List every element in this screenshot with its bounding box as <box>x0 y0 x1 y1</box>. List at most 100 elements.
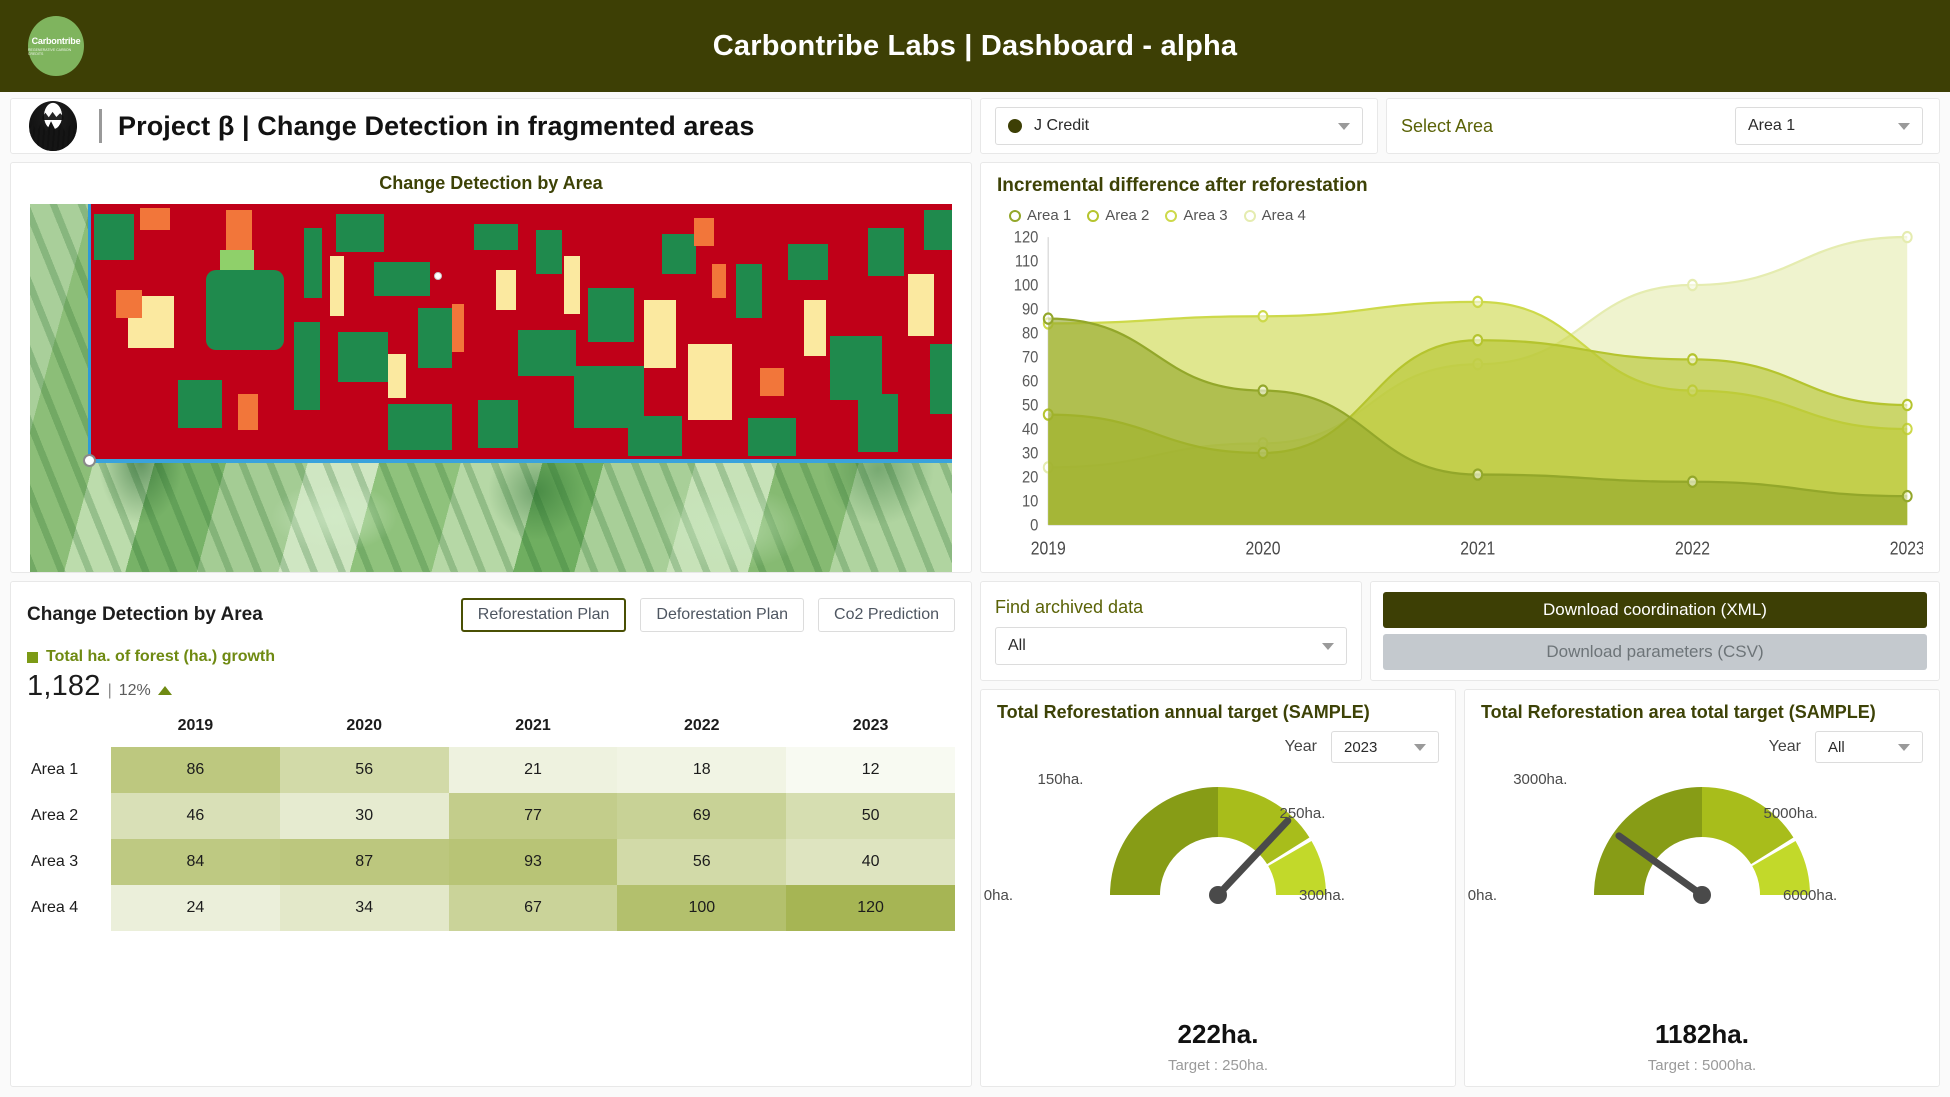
series-point <box>1473 469 1482 479</box>
download-coordination-xml-button[interactable]: Download coordination (XML) <box>1383 592 1927 628</box>
table-heat-cell[interactable]: 40 <box>786 839 955 885</box>
annual-gauge-tick-250: 250ha. <box>1279 805 1325 822</box>
area-select[interactable]: Area 1 <box>1735 107 1923 145</box>
table-heat-cell[interactable]: 77 <box>449 793 618 839</box>
total-gauge-controls: Year All <box>1481 731 1923 763</box>
table-heat-cell[interactable]: 46 <box>111 793 280 839</box>
table-row: Area 24630776950 <box>27 793 955 839</box>
table-heat-cell[interactable]: 56 <box>280 747 449 793</box>
svg-text:2022: 2022 <box>1675 538 1710 558</box>
credit-type-value: J Credit <box>1034 117 1089 135</box>
table-heat-cell[interactable]: 93 <box>449 839 618 885</box>
table-header-row: 20192020202120222023 <box>27 715 955 747</box>
svg-text:40: 40 <box>1022 421 1039 439</box>
legend-label: Area 4 <box>1262 207 1306 224</box>
credit-selector-card: J Credit <box>980 98 1378 154</box>
annual-gauge-wrap: 0ha. 150ha. 250ha. 300ha. 222ha. Target … <box>997 763 1439 1080</box>
table-row: Area 4243467100120 <box>27 885 955 931</box>
map-marker-dot[interactable] <box>434 272 442 280</box>
credit-type-select[interactable]: J Credit <box>995 107 1363 145</box>
area-select-value: Area 1 <box>1748 117 1795 135</box>
annual-gauge-controls: Year 2023 <box>997 731 1439 763</box>
svg-text:30: 30 <box>1022 445 1039 463</box>
table-heat-cell[interactable]: 21 <box>449 747 618 793</box>
area-chart-svg[interactable]: 0102030405060708090100110120201920202021… <box>997 228 1923 568</box>
table-heat-cell[interactable]: 12 <box>786 747 955 793</box>
total-gauge-tick-6000: 6000ha. <box>1783 887 1837 904</box>
legend-item-1[interactable]: Area 1 <box>1009 207 1071 224</box>
chart-legend: Area 1 Area 2 Area 3 Area 4 <box>1009 207 1923 224</box>
series-point <box>1259 385 1268 395</box>
annual-year-select[interactable]: 2023 <box>1331 731 1439 763</box>
legend-label: Area 2 <box>1105 207 1149 224</box>
svg-text:110: 110 <box>1015 253 1039 271</box>
download-parameters-csv-button[interactable]: Download parameters (CSV) <box>1383 634 1927 670</box>
total-target-gauge-card: Total Reforestation area total target (S… <box>1464 689 1940 1087</box>
legend-item-4[interactable]: Area 4 <box>1244 207 1306 224</box>
table-heat-cell[interactable]: 24 <box>111 885 280 931</box>
app-title: Carbontribe Labs | Dashboard - alpha <box>713 30 1238 63</box>
trend-up-icon <box>158 686 172 695</box>
annual-gauge-title: Total Reforestation annual target (SAMPL… <box>997 702 1439 723</box>
annual-year-value: 2023 <box>1344 739 1377 756</box>
total-year-select[interactable]: All <box>1815 731 1923 763</box>
archived-data-select[interactable]: All <box>995 627 1347 665</box>
chart-panel-title: Incremental difference after reforestati… <box>997 175 1923 197</box>
carbontribe-logo: Carbontribe REGENERATIVE CARBON CREDITS <box>28 16 84 76</box>
table-row: Area 38487935640 <box>27 839 955 885</box>
chevron-down-icon <box>1898 744 1910 751</box>
logo-tagline: REGENERATIVE CARBON CREDITS <box>28 48 84 56</box>
annual-gauge-tick-0: 0ha. <box>984 887 1013 904</box>
table-heat-cell[interactable]: 100 <box>617 885 786 931</box>
reforestation-plan-button[interactable]: Reforestation Plan <box>461 598 627 632</box>
selection-handle[interactable] <box>83 454 96 467</box>
kpi-value-row: 1,182 | 12% <box>27 670 955 703</box>
table-heat-cell[interactable]: 50 <box>786 793 955 839</box>
co2-prediction-button[interactable]: Co2 Prediction <box>818 598 955 632</box>
table-heat-cell[interactable]: 86 <box>111 747 280 793</box>
deforestation-plan-button[interactable]: Deforestation Plan <box>640 598 804 632</box>
table-heat-cell[interactable]: 67 <box>449 885 618 931</box>
legend-item-3[interactable]: Area 3 <box>1165 207 1227 224</box>
bottom-row: Change Detection by Area Reforestation P… <box>0 573 1950 1097</box>
table-heat-cell[interactable]: 69 <box>617 793 786 839</box>
annual-gauge-tick-300: 300ha. <box>1299 887 1345 904</box>
gauge-hub <box>1209 886 1227 904</box>
table-row-label: Area 3 <box>27 839 111 885</box>
satellite-change-detection-image[interactable] <box>30 204 952 572</box>
legend-dot-icon <box>1087 210 1099 222</box>
series-point <box>1688 354 1697 364</box>
table-row-label: Area 4 <box>27 885 111 931</box>
legend-item-2[interactable]: Area 2 <box>1087 207 1149 224</box>
table-heat-cell[interactable]: 56 <box>617 839 786 885</box>
legend-dot-icon <box>1009 210 1021 222</box>
table-year-header: 2019 <box>111 715 280 747</box>
svg-text:100: 100 <box>1014 277 1039 295</box>
find-archived-data-card: Find archived data All <box>980 581 1362 681</box>
kpi-separator: | <box>108 682 112 700</box>
change-detection-map-card: Change Detection by Area <box>10 162 972 573</box>
project-title-card: Project β | Change Detection in fragment… <box>10 98 972 154</box>
table-heat-cell[interactable]: 87 <box>280 839 449 885</box>
gauge-band-low <box>1110 787 1218 895</box>
chart-plot-area: 0102030405060708090100110120201920202021… <box>997 228 1923 568</box>
table-heat-cell[interactable]: 30 <box>280 793 449 839</box>
table-year-header: 2023 <box>786 715 955 747</box>
table-row: Area 18656211812 <box>27 747 955 793</box>
svg-text:60: 60 <box>1022 373 1039 391</box>
table-heat-cell[interactable]: 120 <box>786 885 955 931</box>
series-point <box>1688 280 1697 290</box>
gauge-hub <box>1693 886 1711 904</box>
annual-year-label: Year <box>1285 738 1317 756</box>
svg-text:90: 90 <box>1022 301 1039 319</box>
table-heat-cell[interactable]: 18 <box>617 747 786 793</box>
svg-text:2019: 2019 <box>1031 538 1066 558</box>
total-year-label: Year <box>1769 738 1801 756</box>
annual-gauge-target: Target : 250ha. <box>1168 1057 1268 1074</box>
total-gauge-tick-5000: 5000ha. <box>1763 805 1817 822</box>
table-heat-cell[interactable]: 34 <box>280 885 449 931</box>
table-heat-cell[interactable]: 84 <box>111 839 280 885</box>
table-card-header: Change Detection by Area Reforestation P… <box>27 598 955 632</box>
chevron-down-icon <box>1338 123 1350 130</box>
archive-download-row: Find archived data All Download coordina… <box>980 581 1940 681</box>
